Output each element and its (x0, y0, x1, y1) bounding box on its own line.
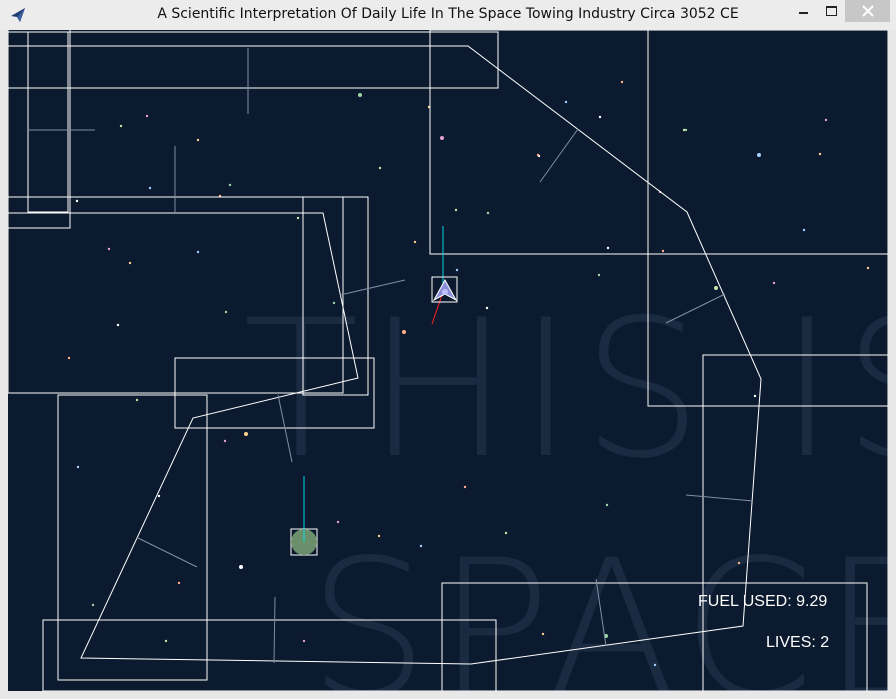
star (419, 544, 423, 548)
lives-readout: LIVES: 2 (766, 634, 829, 652)
minimize-icon (798, 12, 808, 14)
bounding-box (27, 31, 69, 213)
star (454, 208, 458, 212)
game-canvas[interactable]: THIS IS SPACE (8, 30, 888, 691)
fuel-label: FUEL USED: (698, 593, 792, 610)
minimize-button[interactable] (790, 0, 816, 22)
star (164, 639, 168, 643)
close-icon (861, 5, 874, 17)
game-window: A Scientific Interpretation Of Daily Lif… (0, 0, 896, 699)
normal-tick (339, 279, 406, 296)
star (682, 128, 686, 132)
star (75, 199, 79, 203)
star (196, 138, 200, 142)
star (486, 211, 490, 215)
star (148, 186, 152, 190)
scene-svg (8, 30, 888, 691)
star (378, 166, 382, 170)
star (224, 310, 228, 314)
lives-value: 2 (820, 634, 830, 651)
star (824, 118, 828, 122)
star (196, 250, 200, 254)
star (145, 114, 149, 118)
star (463, 485, 467, 489)
star (228, 183, 232, 187)
star (661, 249, 665, 253)
star (377, 534, 381, 538)
star (116, 323, 120, 327)
normal-tick (539, 128, 579, 183)
star (757, 153, 761, 157)
star (296, 216, 300, 220)
normal-ticks (28, 48, 754, 664)
star (244, 432, 248, 436)
star (413, 240, 417, 244)
maximize-icon (825, 6, 837, 16)
star (620, 80, 624, 84)
maximize-button[interactable] (818, 0, 844, 22)
bounding-box (429, 30, 888, 255)
star (91, 603, 95, 607)
star (597, 273, 601, 277)
star (239, 565, 243, 569)
star (541, 632, 545, 636)
window-title: A Scientific Interpretation Of Daily Lif… (157, 6, 739, 22)
fuel-value: 9.29 (796, 593, 828, 610)
star (737, 561, 741, 565)
star (455, 268, 459, 272)
normal-tick (137, 537, 198, 568)
normal-tick (665, 293, 726, 324)
star (772, 281, 776, 285)
star (177, 581, 181, 585)
close-button[interactable] (845, 0, 890, 22)
star (358, 93, 362, 97)
star (76, 465, 80, 469)
star (157, 494, 161, 498)
bounding-box (647, 30, 888, 407)
star (818, 152, 822, 156)
bounding-boxes (8, 30, 888, 691)
star (866, 266, 870, 270)
star (802, 228, 806, 232)
fuel-readout: FUEL USED: 9.29 (698, 593, 827, 611)
star (598, 115, 602, 119)
star (714, 286, 718, 290)
star (302, 639, 306, 643)
star (564, 100, 568, 104)
star (402, 330, 406, 334)
star (135, 398, 139, 402)
star (504, 531, 508, 535)
bounding-box (57, 394, 208, 681)
star (753, 394, 757, 398)
star (119, 124, 123, 128)
towed-cargo (290, 476, 318, 556)
star (107, 247, 111, 251)
tow-ship (431, 226, 458, 325)
normal-tick (273, 596, 276, 664)
star (223, 439, 227, 443)
lives-label: LIVES: (766, 634, 816, 651)
star (336, 520, 340, 524)
bounding-box (302, 196, 369, 396)
star (332, 301, 336, 305)
normal-tick (685, 494, 754, 502)
star (605, 503, 609, 507)
star (440, 136, 444, 140)
star-field (67, 80, 870, 667)
star (536, 153, 540, 157)
normal-tick (595, 578, 607, 647)
bounding-box (8, 30, 71, 229)
star (653, 663, 657, 667)
title-bar[interactable]: A Scientific Interpretation Of Daily Lif… (0, 0, 896, 30)
star (606, 246, 610, 250)
star (67, 356, 71, 360)
ship-core (442, 289, 448, 295)
bounding-box (8, 31, 499, 89)
star (485, 306, 489, 310)
star (128, 261, 132, 265)
